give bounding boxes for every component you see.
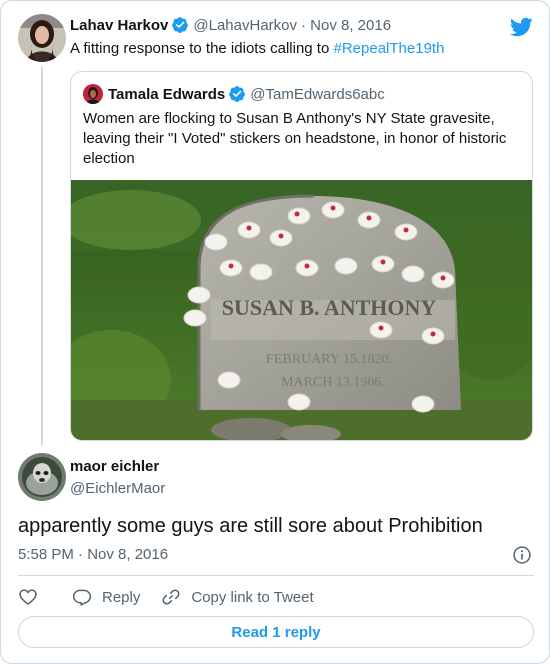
reply-icon xyxy=(72,589,92,606)
twitter-bird-icon[interactable] xyxy=(509,15,533,39)
divider xyxy=(18,575,534,576)
copy-link-button[interactable]: Copy link to Tweet xyxy=(161,587,314,607)
avatar[interactable] xyxy=(18,14,66,62)
headstone-death: MARCH 13.1906. xyxy=(281,375,385,390)
tweet-text: A fitting response to the idiots calling… xyxy=(70,40,334,57)
quoted-tweet-text: Women are flocking to Susan B Anthony's … xyxy=(83,110,507,167)
reply-text: apparently some guys are still sore abou… xyxy=(18,515,483,537)
reply-button[interactable]: Reply xyxy=(72,587,140,607)
heart-icon xyxy=(19,589,37,605)
avatar[interactable] xyxy=(83,84,103,104)
reply-author-handle[interactable]: @EichlerMaor xyxy=(70,480,165,497)
headstone-birth: FEBRUARY 15.1820. xyxy=(266,352,392,367)
tweet-date[interactable]: · Nov 8, 2016 xyxy=(301,17,391,34)
quoted-tweet[interactable]: Tamala Edwards @TamEdwards6abc Women are… xyxy=(70,71,533,441)
gravestone-photo[interactable]: SUSAN B. ANTHONY FEBRUARY 15.1820. MARCH… xyxy=(71,180,533,441)
thread-connector xyxy=(41,67,43,445)
parent-tweet-header: Lahav Harkov @LahavHarkov · Nov 8, 2016 xyxy=(70,16,391,34)
tweet-actions: Reply Copy link to Tweet xyxy=(18,586,314,608)
info-icon[interactable] xyxy=(512,545,532,565)
like-button[interactable] xyxy=(18,587,38,607)
read-replies-button[interactable]: Read 1 reply xyxy=(18,616,534,648)
author-name: Tamala Edwards xyxy=(108,85,226,103)
copy-link-label: Copy link to Tweet xyxy=(191,588,314,606)
reply-author-name[interactable]: maor eichler xyxy=(70,458,159,475)
link-icon xyxy=(162,589,180,605)
author-handle[interactable]: @LahavHarkov xyxy=(193,17,297,34)
hashtag-link[interactable]: #RepealThe19th xyxy=(334,40,445,57)
quoted-tweet-header: Tamala Edwards @TamEdwards6abc xyxy=(108,85,385,103)
author-handle: @TamEdwards6abc xyxy=(250,85,385,103)
author-name[interactable]: Lahav Harkov xyxy=(70,17,168,34)
avatar[interactable] xyxy=(18,453,66,501)
parent-tweet-text: A fitting response to the idiots calling… xyxy=(70,40,444,57)
headstone-name: SUSAN B. ANTHONY xyxy=(222,295,437,320)
verified-badge-icon xyxy=(229,86,246,102)
verified-badge-icon xyxy=(172,17,189,33)
tweet-timestamp[interactable]: 5:58 PM · Nov 8, 2016 xyxy=(18,546,168,563)
reply-label: Reply xyxy=(102,588,141,606)
embedded-tweet-card: Lahav Harkov @LahavHarkov · Nov 8, 2016 … xyxy=(0,0,550,664)
